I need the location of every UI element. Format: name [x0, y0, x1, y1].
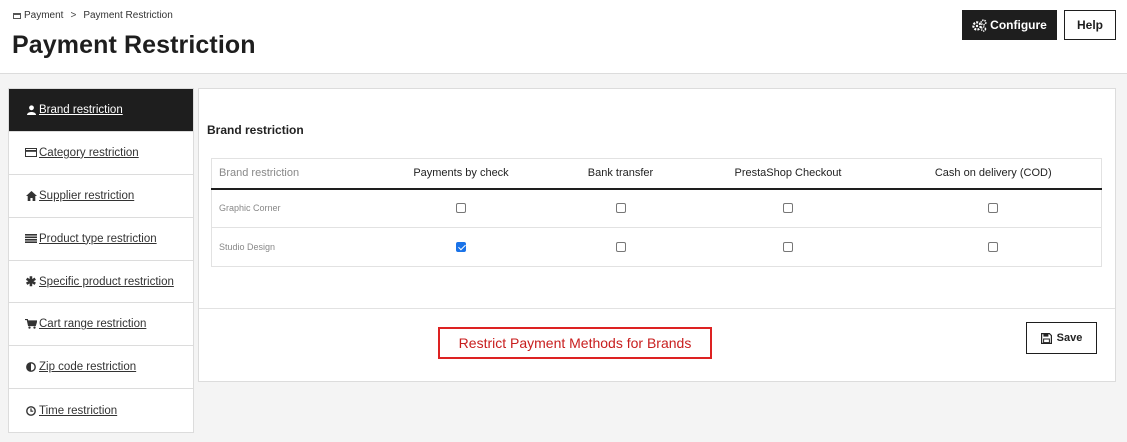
page-header: Payment > Payment Restriction Payment Re… [0, 0, 1127, 74]
checkbox-cod[interactable] [988, 203, 999, 214]
checkbox-check[interactable] [456, 241, 466, 252]
restriction-table: Brand restriction Payments by check Bank… [211, 158, 1102, 267]
column-header-bank-transfer: Bank transfer [550, 158, 691, 190]
breadcrumb-separator: > [70, 10, 77, 21]
card-icon [25, 147, 37, 159]
table-header-row: Brand restriction Payments by check Bank… [211, 158, 1102, 190]
brand-name-cell: Studio Design [211, 227, 372, 267]
sidebar-item-label: Supplier restriction [39, 189, 135, 202]
breadcrumb-parent[interactable]: Payment [24, 10, 63, 21]
clock-icon [25, 405, 37, 417]
column-header-cod: Cash on delivery (COD) [885, 158, 1102, 190]
sidebar-item-time-restriction[interactable]: Time restriction [9, 389, 193, 432]
gears-icon [972, 18, 987, 32]
sidebar-item-label: Cart range restriction [39, 318, 147, 331]
payment-card-icon [13, 12, 21, 19]
help-button[interactable]: Help [1064, 10, 1116, 40]
checkbox-prestashop-checkout[interactable] [783, 241, 793, 252]
checkbox-check[interactable] [456, 203, 466, 214]
panel-footer: Restrict Payment Methods for Brands Save [199, 308, 1115, 382]
sidebar-item-brand-restriction[interactable]: Brand restriction [9, 89, 193, 132]
checkbox-cod[interactable] [988, 241, 999, 252]
save-button[interactable]: Save [1026, 322, 1097, 354]
sidebar-item-supplier-restriction[interactable]: Supplier restriction [9, 175, 193, 218]
table-row: Studio Design [211, 227, 1102, 267]
user-icon [25, 104, 37, 116]
column-header-prestashop-checkout: PrestaShop Checkout [690, 158, 886, 190]
page-title: Payment Restriction [12, 31, 256, 59]
brand-name-cell: Graphic Corner [211, 188, 372, 228]
column-header-brand: Brand restriction [211, 158, 372, 190]
panel-title: Brand restriction [207, 123, 304, 137]
home-icon [25, 190, 37, 202]
sidebar-item-label: Time restriction [39, 404, 118, 417]
half-circle-icon [25, 361, 37, 373]
configure-button[interactable]: Configure [962, 10, 1057, 40]
checkbox-bank-transfer[interactable] [615, 241, 626, 252]
floppy-disk-icon [1040, 332, 1052, 344]
table-row: Graphic Corner [211, 188, 1102, 228]
save-label: Save [1056, 332, 1083, 344]
breadcrumb-current: Payment Restriction [83, 10, 173, 21]
sidebar: Brand restriction Category restriction S… [8, 88, 194, 434]
sidebar-item-label: Zip code restriction [39, 361, 137, 374]
sidebar-item-category-restriction[interactable]: Category restriction [9, 132, 193, 175]
cart-icon [25, 318, 37, 330]
sidebar-item-specific-product-restriction[interactable]: ✱ Specific product restriction [9, 261, 193, 304]
sidebar-item-label: Category restriction [39, 146, 139, 159]
sidebar-item-label: Brand restriction [39, 103, 123, 116]
checkbox-prestashop-checkout[interactable] [783, 203, 793, 214]
checkbox-bank-transfer[interactable] [615, 203, 626, 214]
column-header-check: Payments by check [371, 158, 551, 190]
sidebar-item-zip-code-restriction[interactable]: Zip code restriction [9, 346, 193, 390]
sidebar-item-label: Specific product restriction [39, 275, 174, 288]
sidebar-item-label: Product type restriction [39, 232, 157, 245]
sidebar-item-product-type-restriction[interactable]: Product type restriction [9, 218, 193, 261]
asterisk-icon: ✱ [25, 273, 37, 289]
configure-label: Configure [990, 18, 1047, 32]
brand-restriction-panel: Brand restriction Brand restriction Paym… [198, 88, 1116, 382]
sidebar-item-cart-range-restriction[interactable]: Cart range restriction [9, 303, 193, 347]
breadcrumb: Payment > Payment Restriction [13, 10, 173, 21]
list-icon [25, 233, 37, 245]
annotation-callout: Restrict Payment Methods for Brands [438, 327, 712, 359]
